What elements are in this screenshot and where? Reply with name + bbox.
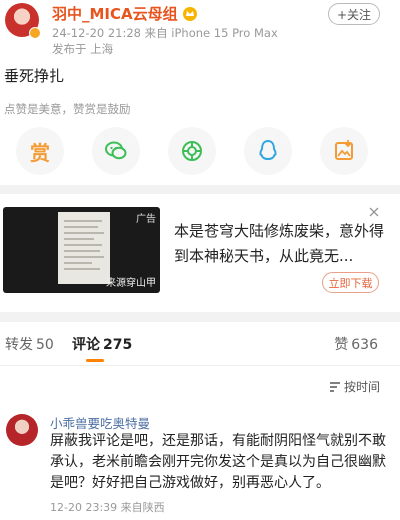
ad-source: 来源穿山甲 (106, 278, 156, 289)
ad-download-button[interactable]: 立即下载 (322, 272, 379, 293)
moments-icon (182, 141, 202, 161)
reward-share-row: 赏 (0, 127, 400, 177)
tab-count: 275 (103, 337, 133, 353)
reward-hint: 点赞是美意，赞赏是鼓励 (4, 102, 131, 116)
sort-toggle[interactable]: 按时间 (329, 378, 380, 395)
section-divider (0, 312, 400, 322)
share-moments-button[interactable] (168, 127, 216, 175)
save-image-button[interactable] (320, 127, 368, 175)
ad-tag: 广告 (136, 214, 156, 225)
save-image-icon (335, 140, 353, 160)
ad-card[interactable]: 广告 来源穿山甲 本是苍穹大陆修炼废柴，意外得到本神秘天书，从此竟无... 立即… (0, 194, 400, 312)
ad-document-image (58, 212, 110, 284)
tab-reposts[interactable]: 转发 50 (5, 334, 54, 354)
reward-coin-icon: 赏 (30, 140, 50, 165)
post-meta: 24-12-20 21:28 来自 iPhone 15 Pro Max (52, 26, 278, 40)
ad-thumbnail[interactable]: 广告 来源穿山甲 (3, 207, 160, 293)
tab-count: 50 (36, 337, 54, 353)
weibo-post-page: 羽中_MICA云母组 24-12-20 21:28 来自 iPhone 15 P… (0, 0, 400, 520)
share-wechat-button[interactable] (92, 127, 140, 175)
tab-likes[interactable]: 赞 636 (334, 334, 378, 354)
sort-label: 按时间 (343, 380, 380, 394)
post-location: 发布于 上海 (52, 42, 114, 56)
wechat-icon (105, 141, 127, 160)
tab-label: 转发 (5, 337, 33, 353)
comment-meta: 12-20 23:39 来自陕西 (50, 501, 165, 514)
commenter-avatar[interactable] (6, 414, 38, 446)
verified-badge-icon (29, 27, 41, 39)
post-header: 羽中_MICA云母组 24-12-20 21:28 来自 iPhone 15 P… (0, 0, 400, 56)
ad-title[interactable]: 本是苍穹大陆修炼废柴，意外得到本神秘天书，从此竟无... (174, 219, 384, 269)
comment-text: 屏蔽我评论是吧，还是那话，有能耐阴阳怪气就别不敢承认，老米前瞻会刚开完你发这个是… (50, 433, 386, 491)
share-qq-button[interactable] (244, 127, 292, 175)
close-icon[interactable] (368, 206, 380, 218)
tab-label: 评论 (72, 337, 100, 353)
sort-icon (329, 381, 340, 392)
section-divider (0, 185, 400, 194)
tab-count: 636 (351, 337, 378, 353)
reward-button[interactable]: 赏 (16, 127, 64, 175)
comment-item: 小乖兽要吃奥特曼 屏蔽我评论是吧，还是那话，有能耐阴阳怪气就别不敢承认，老米前瞻… (0, 407, 400, 520)
tab-comments[interactable]: 评论 275 (72, 334, 132, 354)
post-text: 垂死挣扎 (4, 67, 65, 85)
qq-icon (259, 139, 277, 161)
commenter-username[interactable]: 小乖兽要吃奥特曼 (50, 413, 150, 432)
interaction-tabs: 转发 50 评论 275 赞 636 (0, 322, 400, 366)
active-tab-indicator (86, 359, 104, 362)
follow-button[interactable]: +关注 (328, 3, 380, 25)
crown-icon (182, 6, 198, 22)
tab-label: 赞 (334, 337, 349, 353)
author-username[interactable]: 羽中_MICA云母组 (52, 3, 178, 24)
author-name-row: 羽中_MICA云母组 (52, 3, 198, 24)
